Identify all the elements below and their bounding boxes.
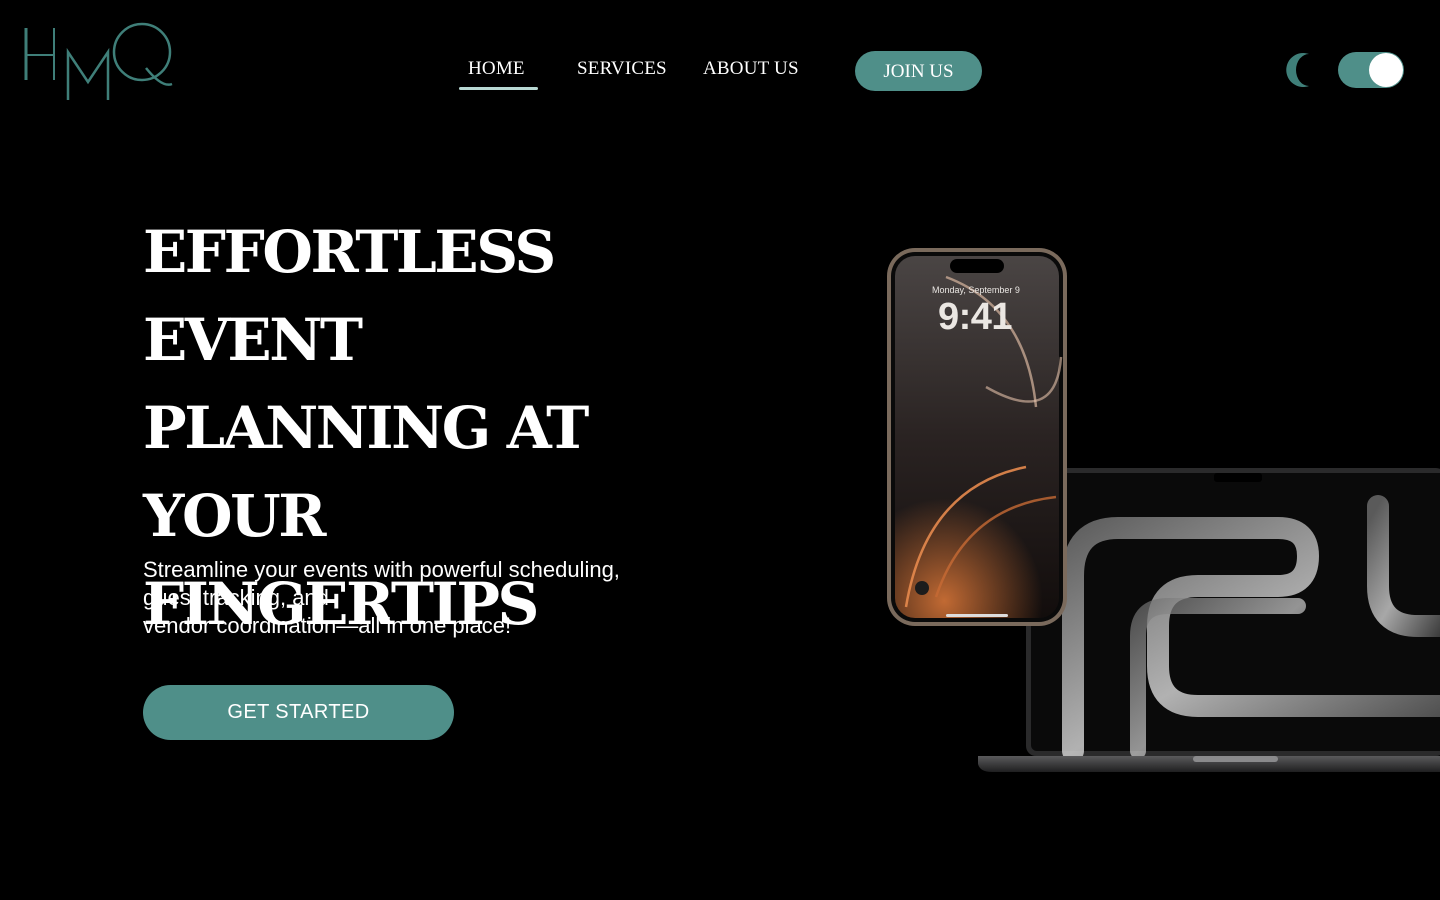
nav-about-us-link[interactable]: ABOUT US: [703, 58, 799, 80]
hero-title-line-2: PLANNING AT YOUR: [143, 394, 589, 550]
theme-toggle[interactable]: [1338, 52, 1404, 88]
get-started-label: GET STARTED: [227, 701, 370, 723]
nav-home-link[interactable]: HOME: [468, 58, 525, 80]
get-started-button[interactable]: GET STARTED: [143, 685, 454, 740]
nav-services-link[interactable]: SERVICES: [577, 58, 667, 80]
phone-time-text: 9:41: [938, 296, 1013, 338]
phone-date-text: Monday, September 9: [932, 285, 1020, 295]
moon-icon[interactable]: [1283, 50, 1319, 90]
join-us-label: JOIN US: [883, 61, 954, 82]
join-us-button[interactable]: JOIN US: [855, 51, 982, 91]
toggle-knob: [1369, 53, 1403, 87]
hero-subtitle-line-3: vendor coordination—all in one place!: [143, 613, 512, 638]
main-nav: HOME SERVICES ABOUT US JOIN US: [0, 50, 1440, 94]
active-nav-underline: [459, 87, 538, 90]
hero-subtitle-line-1: Streamline your events with powerful sch…: [143, 557, 620, 582]
hero-subtitle: Streamline your events with powerful sch…: [143, 556, 723, 640]
hero-title-line-1: EFFORTLESS EVENT: [143, 218, 556, 374]
hero-subtitle-line-2: guest tracking, and: [143, 585, 329, 610]
